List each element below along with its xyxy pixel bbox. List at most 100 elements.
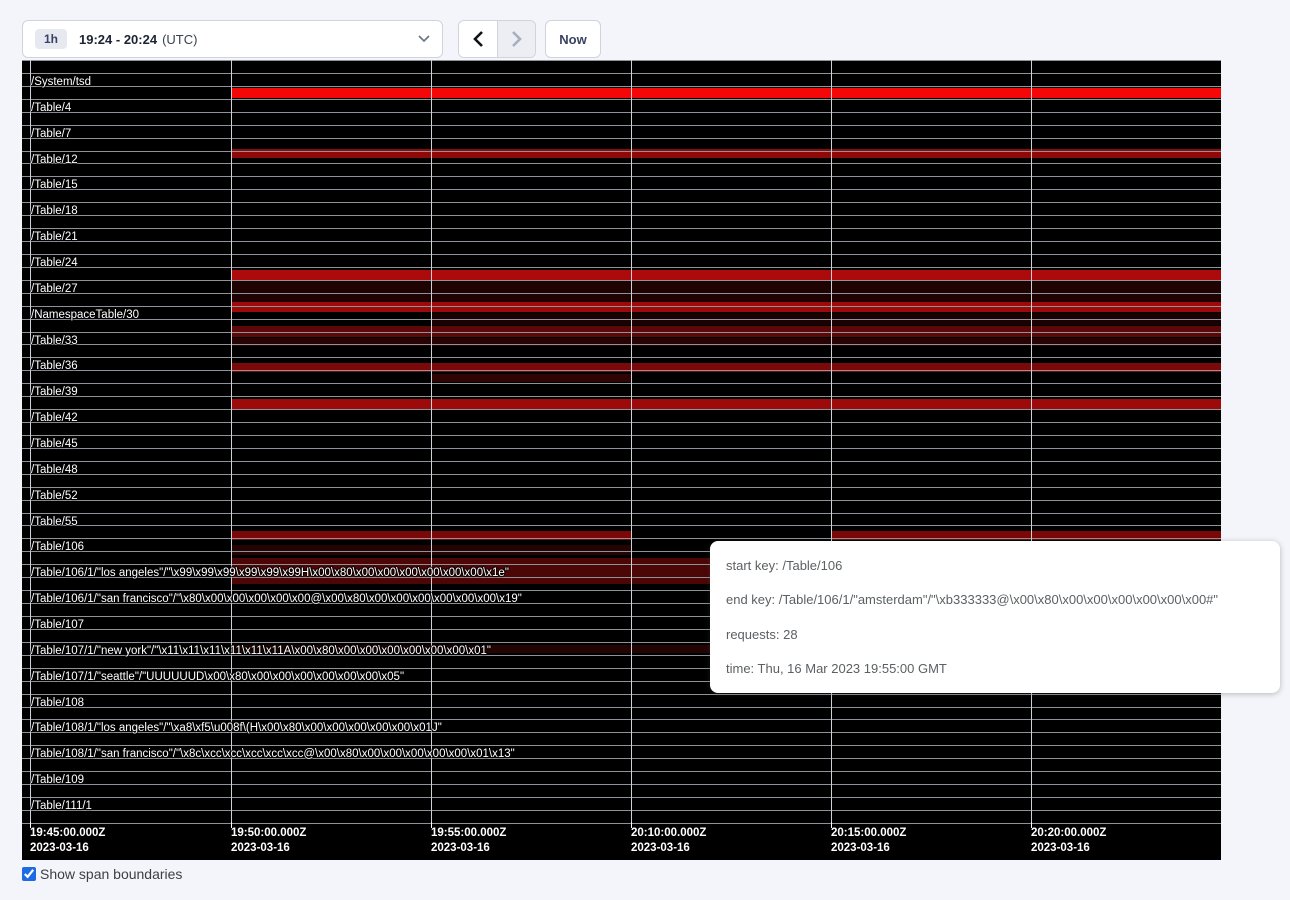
span-boundary-line — [22, 73, 1221, 74]
tooltip-start-key: start key: /Table/106 — [726, 558, 1264, 573]
time-gridline — [631, 60, 632, 822]
row-label: /Table/52 — [31, 490, 78, 503]
span-boundary-line — [22, 138, 1221, 139]
span-boundary-line — [22, 332, 1221, 333]
tooltip: start key: /Table/106 end key: /Table/10… — [710, 541, 1280, 693]
span-boundary-line — [22, 474, 1221, 475]
x-axis-label: 20:10:00.000Z2023-03-16 — [631, 826, 706, 856]
x-axis-label: 19:55:00.000Z2023-03-16 — [431, 826, 506, 856]
row-label: /Table/108/1/"san francisco"/"\x8c\xcc\x… — [31, 748, 515, 761]
span-boundary-line — [22, 448, 1221, 449]
prev-range-button[interactable] — [459, 21, 497, 57]
row-label: /Table/109 — [31, 774, 84, 787]
span-boundary-line — [22, 461, 1221, 462]
chevron-right-icon — [511, 31, 522, 47]
span-boundary-line — [22, 383, 1221, 384]
span-boundary-line — [22, 306, 1221, 307]
now-button[interactable]: Now — [545, 20, 601, 58]
duration-badge: 1h — [35, 29, 67, 49]
chevron-left-icon — [473, 31, 484, 47]
span-boundary-line — [22, 267, 1221, 268]
span-boundary-line — [22, 176, 1221, 177]
span-boundary-line — [22, 525, 1221, 526]
span-boundary-line — [22, 694, 1221, 695]
span-boundary-line — [22, 422, 1221, 423]
span-boundary-line — [22, 293, 1221, 294]
span-boundary-line — [22, 513, 1221, 514]
span-boundary-line — [22, 370, 1221, 371]
row-label: /Table/24 — [31, 257, 78, 270]
time-gridline — [1031, 60, 1032, 822]
row-label: /Table/111/1 — [31, 800, 92, 813]
time-gridline — [831, 60, 832, 822]
span-boundary-line — [22, 163, 1221, 164]
row-label: /Table/7 — [31, 128, 71, 141]
span-boundary-line — [22, 241, 1221, 242]
row-label: /Table/107/1/"new york"/"\x11\x11\x11\x1… — [31, 645, 491, 658]
span-boundary-line — [22, 538, 1221, 539]
span-boundary-line — [22, 215, 1221, 216]
span-boundary-line — [22, 823, 1221, 824]
span-boundary-line — [22, 189, 1221, 190]
span-boundary-line — [22, 745, 1221, 746]
span-boundary-line — [22, 254, 1221, 255]
row-label: /Table/108 — [31, 697, 84, 710]
row-label: /Table/18 — [31, 205, 78, 218]
row-label: /Table/36 — [31, 360, 78, 373]
span-boundary-line — [22, 86, 1221, 87]
row-label: /Table/45 — [31, 438, 78, 451]
row-label: /Table/107/1/"seattle"/"UUUUUUD\x00\x80\… — [31, 671, 404, 684]
span-boundary-line — [22, 487, 1221, 488]
timezone-label: (UTC) — [162, 32, 197, 47]
next-range-button[interactable] — [497, 21, 535, 57]
tooltip-end-key: end key: /Table/106/1/"amsterdam"/"\xb33… — [726, 592, 1264, 607]
row-label: /Table/4 — [31, 102, 71, 115]
chevron-down-icon — [418, 35, 430, 43]
row-label: /Table/106/1/"san francisco"/"\x80\x00\x… — [31, 593, 522, 606]
span-boundary-line — [22, 435, 1221, 436]
row-label: /Table/33 — [31, 335, 78, 348]
span-boundary-line — [22, 228, 1221, 229]
span-boundary-line — [22, 707, 1221, 708]
x-axis-label: 20:20:00.000Z2023-03-16 — [1031, 826, 1106, 856]
span-boundary-line — [22, 151, 1221, 152]
show-span-boundaries-row[interactable]: Show span boundaries — [22, 866, 182, 882]
span-boundary-line — [22, 500, 1221, 501]
span-boundary-line — [22, 280, 1221, 281]
tooltip-time: time: Thu, 16 Mar 2023 19:55:00 GMT — [726, 661, 1264, 676]
heat-band — [431, 374, 631, 382]
heat-band — [231, 270, 1221, 280]
x-axis-label: 19:50:00.000Z2023-03-16 — [231, 826, 306, 856]
span-boundary-line — [22, 357, 1221, 358]
row-label: /Table/21 — [31, 231, 78, 244]
row-label: /Table/107 — [31, 619, 84, 632]
span-boundary-line — [22, 797, 1221, 798]
span-boundary-line — [22, 202, 1221, 203]
heat-band — [231, 88, 1221, 98]
heatmap[interactable]: /System/tsd/Table/4/Table/7/Table/12/Tab… — [22, 60, 1221, 860]
span-boundary-line — [22, 719, 1221, 720]
span-boundary-line — [22, 99, 1221, 100]
x-axis-label: 20:15:00.000Z2023-03-16 — [831, 826, 906, 856]
row-label: /Table/106/1/"los angeles"/"\x99\x99\x99… — [31, 567, 509, 580]
span-boundary-line — [22, 409, 1221, 410]
key-visualizer-page: 1h 19:24 - 20:24 (UTC) Now /System/tsd/T… — [0, 0, 1290, 900]
span-boundary-line — [22, 319, 1221, 320]
show-span-boundaries-label: Show span boundaries — [40, 866, 182, 882]
time-range-nav — [458, 20, 536, 58]
row-label: /NamespaceTable/30 — [31, 309, 139, 322]
span-boundary-line — [22, 396, 1221, 397]
row-label: /Table/55 — [31, 516, 78, 529]
show-span-boundaries-checkbox[interactable] — [22, 867, 36, 881]
row-label: /Table/15 — [31, 179, 78, 192]
row-label: /System/tsd — [31, 76, 91, 89]
row-label: /Table/48 — [31, 464, 78, 477]
heat-band — [231, 302, 1221, 312]
time-range-text: 19:24 - 20:24 — [79, 32, 157, 47]
row-label: /Table/108/1/"los angeles"/"\xa8\xf5\u00… — [31, 722, 442, 735]
row-label: /Table/42 — [31, 412, 78, 425]
span-boundary-line — [22, 810, 1221, 811]
time-range-selector[interactable]: 1h 19:24 - 20:24 (UTC) — [22, 20, 443, 58]
x-axis-label: 19:45:00.000Z2023-03-16 — [30, 826, 105, 856]
span-boundary-line — [22, 344, 1221, 345]
